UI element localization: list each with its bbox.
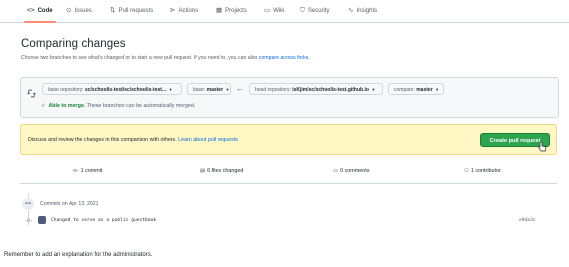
avatar[interactable] xyxy=(38,216,46,224)
commit-message-link[interactable]: Changed to serve as a public guestbook xyxy=(51,218,156,223)
commit-icon: -o- xyxy=(72,168,79,174)
page-subtitle: Choose two branches to see what's change… xyxy=(21,55,310,61)
stat-label: 6 files changed xyxy=(207,168,244,174)
footer-note: Remember to add an explanation for the a… xyxy=(4,252,153,258)
file-diff-icon: ▤ xyxy=(200,168,206,174)
base-branch-select[interactable]: base: master ▾ xyxy=(187,83,231,95)
tab-label: Security xyxy=(307,8,330,14)
select-key: base repository: xyxy=(48,87,84,93)
commits-count[interactable]: -o- 1 commit xyxy=(72,168,102,174)
compare-across-forks-link[interactable]: compare across forks. xyxy=(259,55,310,61)
issue-icon: ⊙ xyxy=(66,7,72,14)
wiki-icon: ▭ xyxy=(264,7,271,14)
learn-about-pull-requests-link[interactable]: Learn about pull requests xyxy=(178,137,238,143)
merge-status: ✓ Able to merge. These branches can be au… xyxy=(41,103,195,109)
arrow-left-icon: ← xyxy=(236,84,244,93)
head-repository-select[interactable]: head repository: isKjim/sc/schoolis-test… xyxy=(249,83,383,95)
pull-request-icon: ⇅ xyxy=(110,7,116,14)
contributors-count[interactable]: ⚇ 1 contributor xyxy=(464,168,501,174)
tab-insights[interactable]: ∿ Insights xyxy=(348,0,377,22)
base-repository-select[interactable]: base repository: sc/schoolis-test/sc/sch… xyxy=(42,83,182,95)
tab-label: Wiki xyxy=(273,8,285,14)
commits-badge-icon: ⊶ xyxy=(22,198,34,210)
compare-arrows-icon xyxy=(27,85,36,103)
people-icon: ⚇ xyxy=(464,168,469,174)
select-key: head repository: xyxy=(255,87,291,93)
commit-sha-link[interactable]: e9da3c xyxy=(519,218,536,223)
tab-projects[interactable]: ▦ Projects xyxy=(216,0,247,22)
tab-label: Insights xyxy=(356,8,378,14)
tab-wiki[interactable]: ▭ Wiki xyxy=(264,0,285,22)
stat-label: 1 commit xyxy=(80,168,103,174)
merge-status-ok: Able to merge. xyxy=(48,103,86,109)
tab-label: Projects xyxy=(225,8,247,14)
subtitle-text: Choose two branches to see what's change… xyxy=(21,55,258,61)
flash-text: Discuss and review the changes in this c… xyxy=(28,137,177,143)
select-key: base: xyxy=(193,87,206,93)
tab-issues[interactable]: ⊙ Issues xyxy=(66,0,92,22)
select-key: compare: xyxy=(394,87,415,93)
hand-pointer-icon xyxy=(538,139,547,157)
comments-count[interactable]: ▭ 0 comments xyxy=(333,168,369,174)
chevron-down-icon: ▾ xyxy=(169,87,172,92)
select-value: sc/schoolis-test/sc/schoolis-test... xyxy=(84,87,167,93)
merge-status-detail: These branches can be automatically merg… xyxy=(86,103,196,109)
actions-icon: ⊳ xyxy=(170,7,176,14)
code-icon: <> xyxy=(27,7,35,14)
repo-nav: <> Code ⊙ Issues ⇅ Pull requests ⊳ Actions ▦… xyxy=(0,0,569,23)
select-value: master xyxy=(416,87,433,93)
chevron-down-icon: ▾ xyxy=(372,87,375,92)
chevron-down-icon: ▾ xyxy=(436,87,439,92)
graph-icon: ∿ xyxy=(348,7,354,14)
commit-dot-icon: -o- xyxy=(25,218,33,224)
tab-label: Actions xyxy=(178,8,199,14)
tab-pull-requests[interactable]: ⇅ Pull requests xyxy=(110,0,153,22)
select-value: isKjim/sc/schoolis-test.github.io xyxy=(292,87,369,93)
stat-label: 0 comments xyxy=(340,168,370,174)
tab-actions[interactable]: ⊳ Actions xyxy=(170,0,198,22)
commits-date-heading: Commits on Apr 13, 2021 xyxy=(40,201,99,207)
flash-message: Discuss and review the changes in this c… xyxy=(28,137,238,143)
tab-label: Code xyxy=(37,8,53,14)
tab-security[interactable]: ⛉ Security xyxy=(300,0,330,22)
select-value: master xyxy=(206,87,224,93)
check-icon: ✓ xyxy=(41,103,46,109)
compare-range-box: base repository: sc/schoolis-test/sc/sch… xyxy=(20,77,559,118)
projects-icon: ▦ xyxy=(216,7,223,14)
stat-label: 1 contributor xyxy=(470,168,501,174)
comment-icon: ▭ xyxy=(333,168,339,174)
tab-label: Pull requests xyxy=(118,8,154,14)
create-pr-flash: Discuss and review the changes in this c… xyxy=(20,124,557,155)
compare-stats: -o- 1 commit ▤ 6 files changed ▭ 0 comments… xyxy=(20,163,557,184)
tab-code[interactable]: <> Code xyxy=(24,0,56,23)
tab-label: Issues xyxy=(74,8,92,14)
files-changed-count[interactable]: ▤ 6 files changed xyxy=(200,168,243,174)
compare-branch-select[interactable]: compare: master ▾ xyxy=(388,83,444,95)
shield-icon: ⛉ xyxy=(300,7,305,14)
chevron-down-icon: ▾ xyxy=(226,87,229,92)
page-title: Comparing changes xyxy=(21,38,126,50)
